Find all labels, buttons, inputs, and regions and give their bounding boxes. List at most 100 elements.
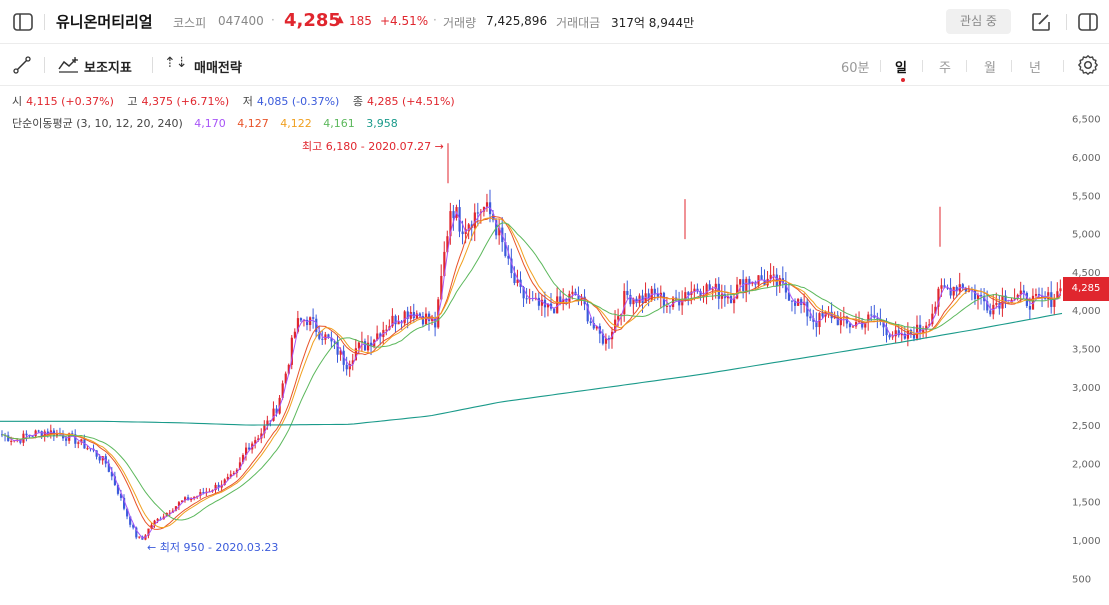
separator-dot: · [271,13,275,27]
candle [330,331,333,348]
market-label: 코스피 [173,16,207,30]
candle [528,288,531,304]
candle [327,333,330,339]
candle [299,317,303,323]
divider [152,57,153,73]
candle [800,297,803,314]
divider [1011,60,1012,72]
ma3-line [1,206,1061,539]
candle [421,311,425,328]
candle [40,430,43,440]
candle [546,303,550,317]
indicator-label: 보조지표 [84,61,132,76]
candle [839,312,842,334]
candle [696,283,699,294]
candle [760,266,763,281]
candle [92,444,95,453]
candle [806,297,809,326]
y-axis: 6,5006,0005,5005,0004,5004,0003,5003,000… [1072,115,1101,586]
candle [815,312,818,337]
high-annotation: 최고 6,180 - 2020.07.27 → [302,140,444,153]
candle [717,277,720,310]
y-tick-label: 5,000 [1072,230,1101,241]
divider [44,14,45,30]
candle [607,335,611,349]
stock-header: 유니온머티리얼 코스피 047400 · 4,285 ▲ 185 +4.51% … [0,0,1109,44]
amount-value: 317억 8,944만 [611,16,695,30]
candle [626,280,629,299]
period-month[interactable]: 월 [984,57,996,76]
low-annotation: ← 최저 950 - 2020.03.23 [147,541,279,554]
candle [434,311,437,337]
candle [952,286,955,300]
edit-icon[interactable] [1030,11,1052,33]
last-price-tag: 4,285 [1063,277,1109,301]
up-arrow-icon: ▲ [336,14,344,25]
ma12-line [1,217,1061,528]
price-change-pct: +4.51% [380,14,429,28]
divider [922,60,923,72]
candle [1004,290,1007,309]
y-tick-label: 1,500 [1072,498,1101,509]
candle [919,315,922,340]
candle [662,291,666,314]
y-tick-label: 500 [1072,574,1091,585]
amount-label: 거래대금 [556,16,601,30]
y-tick-label: 3,000 [1072,383,1101,394]
candle [482,206,486,217]
candle [428,311,431,331]
divider [1063,60,1064,72]
candle [485,193,489,212]
indicator-button[interactable]: 보조지표 [56,45,146,85]
period-60min[interactable]: 60분 [841,57,870,76]
settings-gear-icon[interactable] [1077,54,1099,76]
candle [190,497,193,503]
strategy-button[interactable]: ⇡⇣ 매매전략 [164,45,254,85]
candle [394,314,397,333]
candle [1022,284,1025,299]
candlestick-chart[interactable]: 6,5006,0005,5005,0004,5004,0003,5003,000… [0,86,1109,605]
y-tick-label: 6,000 [1072,153,1101,164]
candle [961,282,964,291]
y-tick-label: 3,500 [1072,345,1101,356]
ma10-line [1,215,1061,530]
candle [293,328,296,339]
candle [77,441,80,449]
candle [778,275,781,293]
draw-line-icon[interactable] [12,55,32,75]
moving-average-lines [0,206,1063,539]
candle [949,278,952,299]
watch-button[interactable]: 관심 중 [946,9,1011,34]
candle [879,308,882,326]
candle [763,269,766,286]
candle [498,218,501,245]
updown-arrow-icon: ⇡⇣ [164,55,188,71]
candle [922,326,925,338]
panel-toggle-icon[interactable] [1077,11,1099,33]
divider [966,60,967,72]
active-indicator [901,78,905,82]
divider [880,60,881,72]
candle [824,310,827,323]
volume-label: 거래량 [443,16,477,30]
y-tick-label: 2,000 [1072,459,1101,470]
period-day[interactable]: 일 [895,57,907,76]
candle [571,285,574,300]
stock-code: 047400 [218,14,264,28]
sidebar-toggle-icon[interactable] [12,11,34,33]
divider [44,57,45,73]
period-year[interactable]: 년 [1029,57,1041,76]
candle [790,300,794,312]
candle [263,420,266,439]
candle [1053,293,1056,315]
candle [556,287,559,314]
candle [476,202,479,227]
period-week[interactable]: 주 [939,57,951,76]
candle [818,312,821,335]
candle [4,432,7,442]
candle [25,430,28,442]
candle [306,316,309,331]
candle [604,333,608,351]
volume-value: 7,425,896 [486,14,548,28]
candle [989,303,992,317]
